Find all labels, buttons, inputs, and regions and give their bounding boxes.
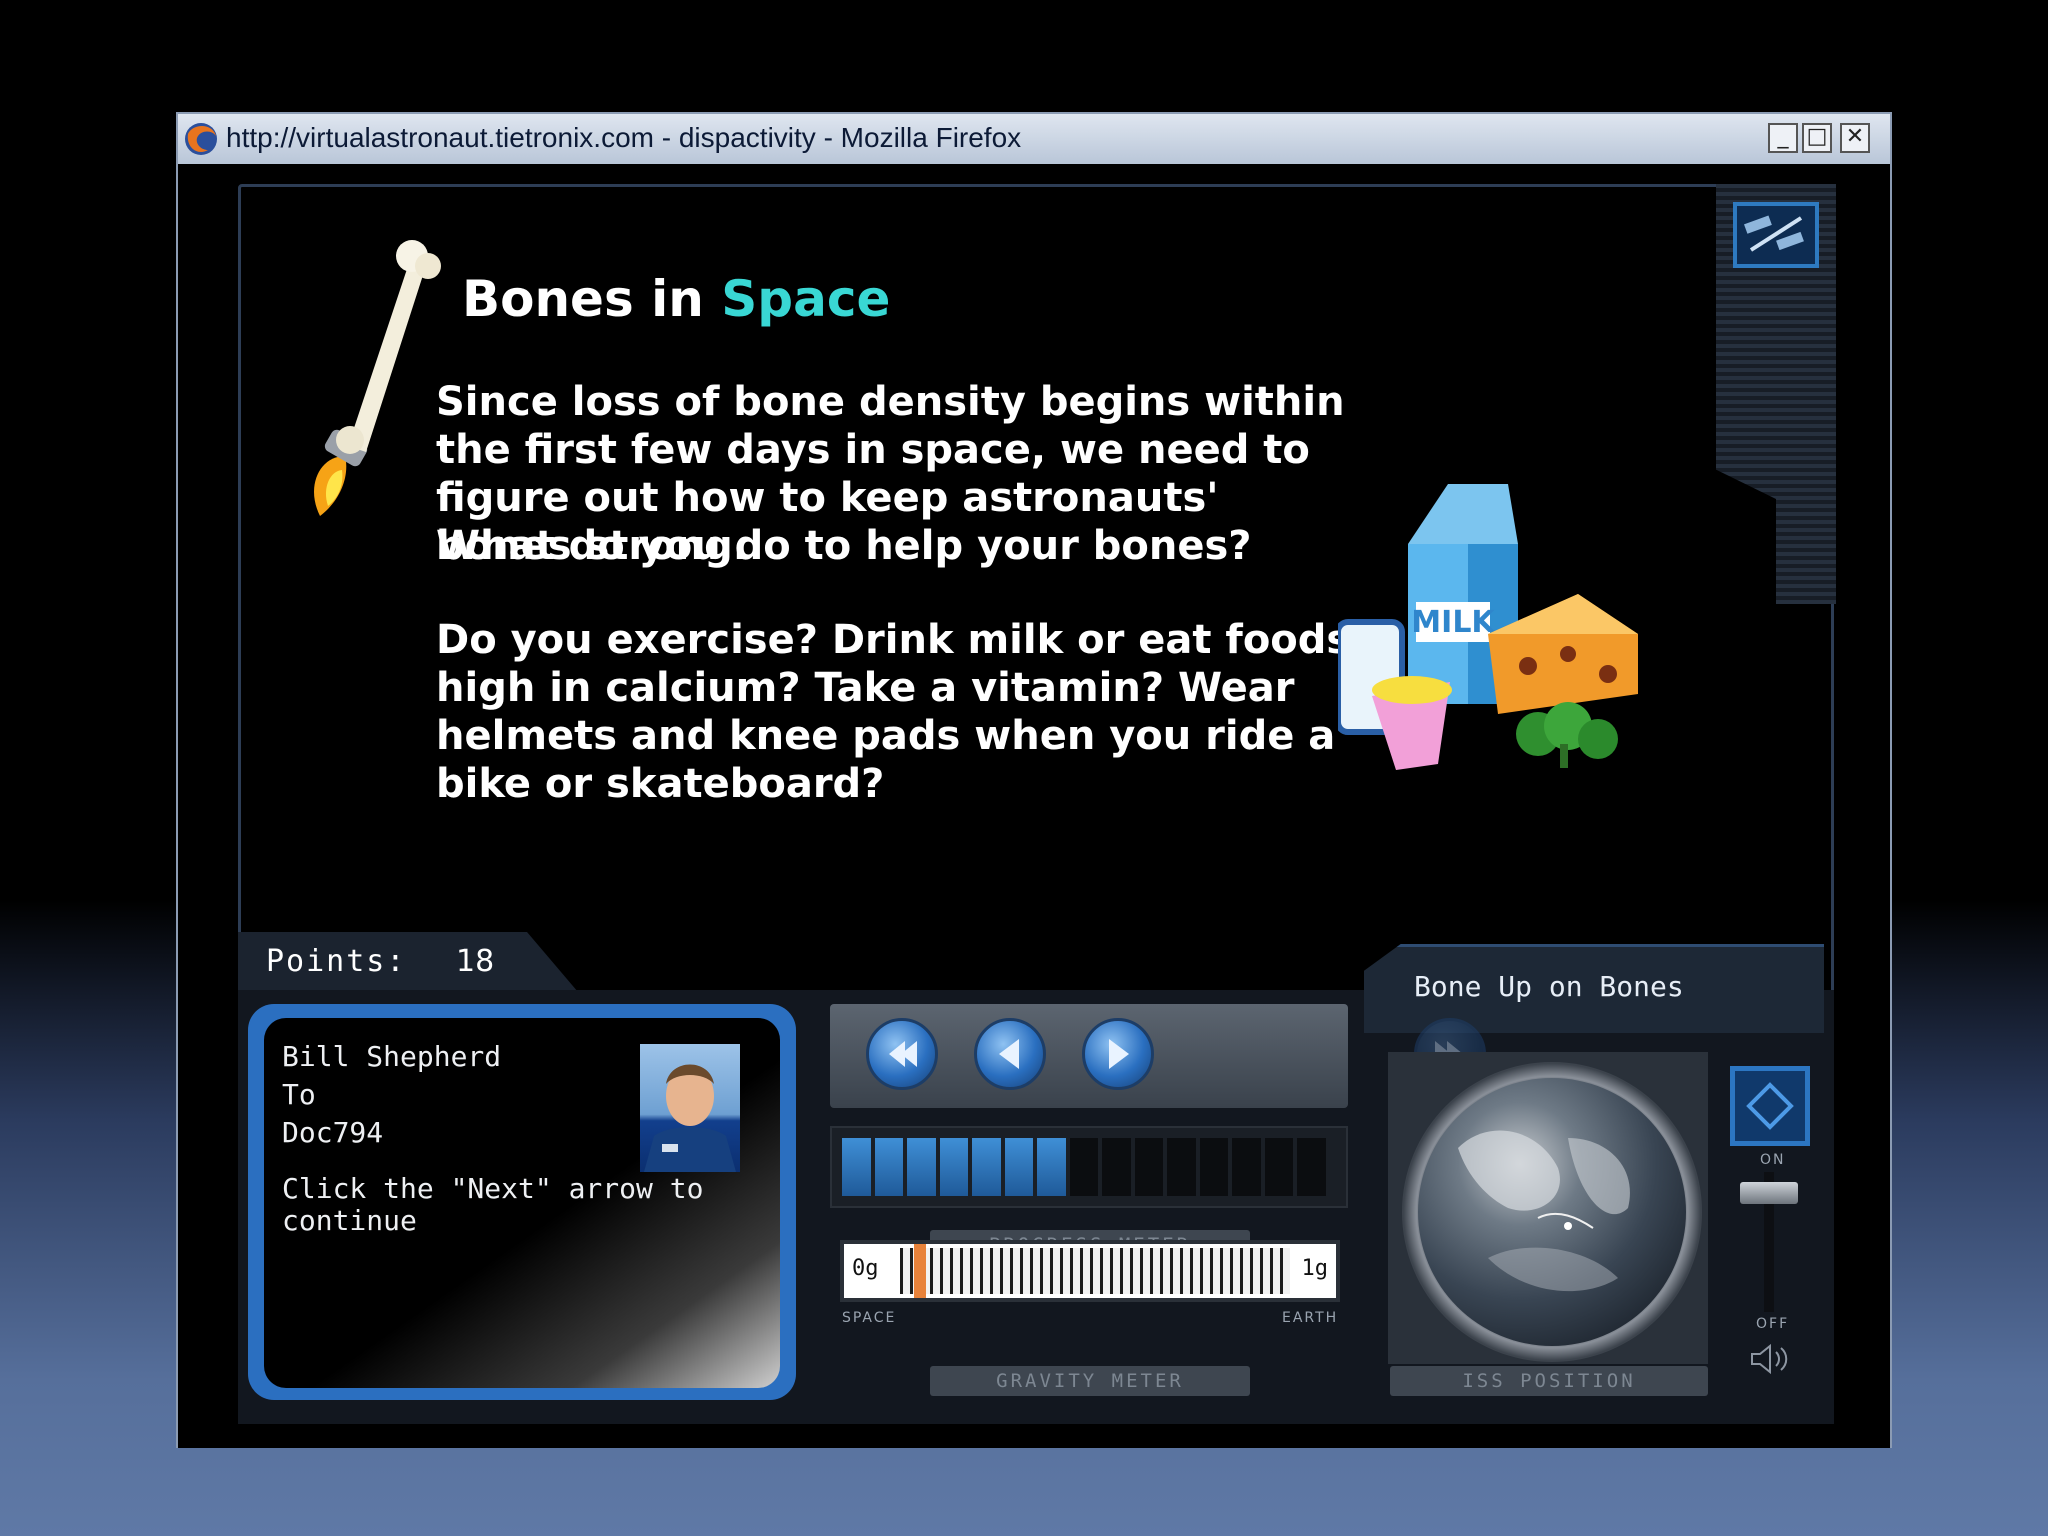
volume-on-label: ON: [1760, 1152, 1786, 1168]
progress-segment: [874, 1138, 904, 1196]
browser-window: http://virtualastronaut.tietronix.com - …: [176, 112, 1892, 1448]
message-to-label: To: [282, 1078, 316, 1111]
progress-segment: [939, 1138, 969, 1196]
gravity-min-label: 0g: [852, 1256, 879, 1281]
gravity-marker: [913, 1244, 926, 1298]
back-icon: [999, 1039, 1019, 1069]
message-recipient: Doc794: [282, 1116, 384, 1149]
progress-segment: [972, 1138, 1001, 1196]
progress-segment: [1264, 1138, 1294, 1196]
message-text-line2: continue: [282, 1204, 417, 1237]
gravity-meter-label: GRAVITY METER: [930, 1366, 1250, 1396]
progress-segment: [1069, 1138, 1099, 1196]
progress-segment: [1102, 1138, 1131, 1196]
window-title: http://virtualastronaut.tietronix.com - …: [226, 122, 1022, 153]
bone-rocket-illustration: [314, 240, 441, 516]
gravity-max-label: 1g: [1301, 1256, 1329, 1281]
lesson-title: Bone Up on Bones: [1414, 970, 1684, 1003]
progress-segment: [907, 1138, 936, 1196]
message-text-line1: Click the "Next" arrow to: [282, 1172, 704, 1205]
progress-meter: [830, 1126, 1348, 1208]
points-label: Points:: [266, 944, 407, 979]
progress-segment: [1037, 1138, 1066, 1196]
title-bar: http://virtualastronaut.tietronix.com - …: [178, 114, 1890, 166]
first-icon: [889, 1041, 917, 1067]
earth-caption: EARTH: [1282, 1310, 1339, 1326]
gravity-scale: [900, 1248, 1290, 1294]
firefox-icon: [185, 123, 217, 155]
activity-app: Bones in Space Since loss of bone densit…: [178, 164, 1890, 1448]
heading-accent: Space: [721, 270, 891, 328]
progress-segment: [1199, 1138, 1229, 1196]
heading-text: Bones in: [462, 270, 704, 328]
gravity-meter: 0g 1g: [840, 1240, 1340, 1302]
astronaut-avatar: [640, 1044, 740, 1172]
iss-icon[interactable]: [1733, 202, 1819, 268]
progress-segment: [1134, 1138, 1164, 1196]
tips-paragraph: Do you exercise? Drink milk or eat foods…: [436, 617, 1351, 807]
earth-globe: [1418, 1078, 1686, 1346]
minimize-button[interactable]: _: [1768, 123, 1798, 153]
maximize-button[interactable]: □: [1802, 123, 1832, 153]
progress-segment: [1167, 1138, 1196, 1196]
question-paragraph: What do you do to help your bones?: [436, 523, 1252, 569]
first-button[interactable]: [866, 1018, 938, 1090]
diamond-button-icon: [1746, 1082, 1794, 1130]
calcium-foods-illustration: MILK: [1338, 484, 1638, 770]
space-caption: SPACE: [842, 1310, 897, 1326]
iss-position-label: ISS POSITION: [1390, 1366, 1708, 1396]
back-button[interactable]: [974, 1018, 1046, 1090]
message-from: Bill Shepherd: [282, 1040, 502, 1073]
volume-knob[interactable]: [1740, 1182, 1798, 1204]
progress-segment: [1232, 1138, 1261, 1196]
points-value: 18: [456, 944, 495, 979]
diamond-button[interactable]: [1730, 1066, 1810, 1146]
close-button[interactable]: ✕: [1840, 123, 1870, 153]
milk-label: MILK: [1411, 605, 1496, 640]
next-button[interactable]: [1082, 1018, 1154, 1090]
speaker-icon[interactable]: [1748, 1342, 1794, 1376]
progress-segment: [1297, 1138, 1326, 1196]
progress-segment: [1004, 1138, 1034, 1196]
volume-off-label: OFF: [1756, 1316, 1790, 1332]
progress-track: [842, 1138, 1326, 1196]
slide-heading: Bones in Space: [462, 270, 890, 328]
progress-segment: [842, 1138, 871, 1196]
next-icon: [1109, 1039, 1129, 1069]
